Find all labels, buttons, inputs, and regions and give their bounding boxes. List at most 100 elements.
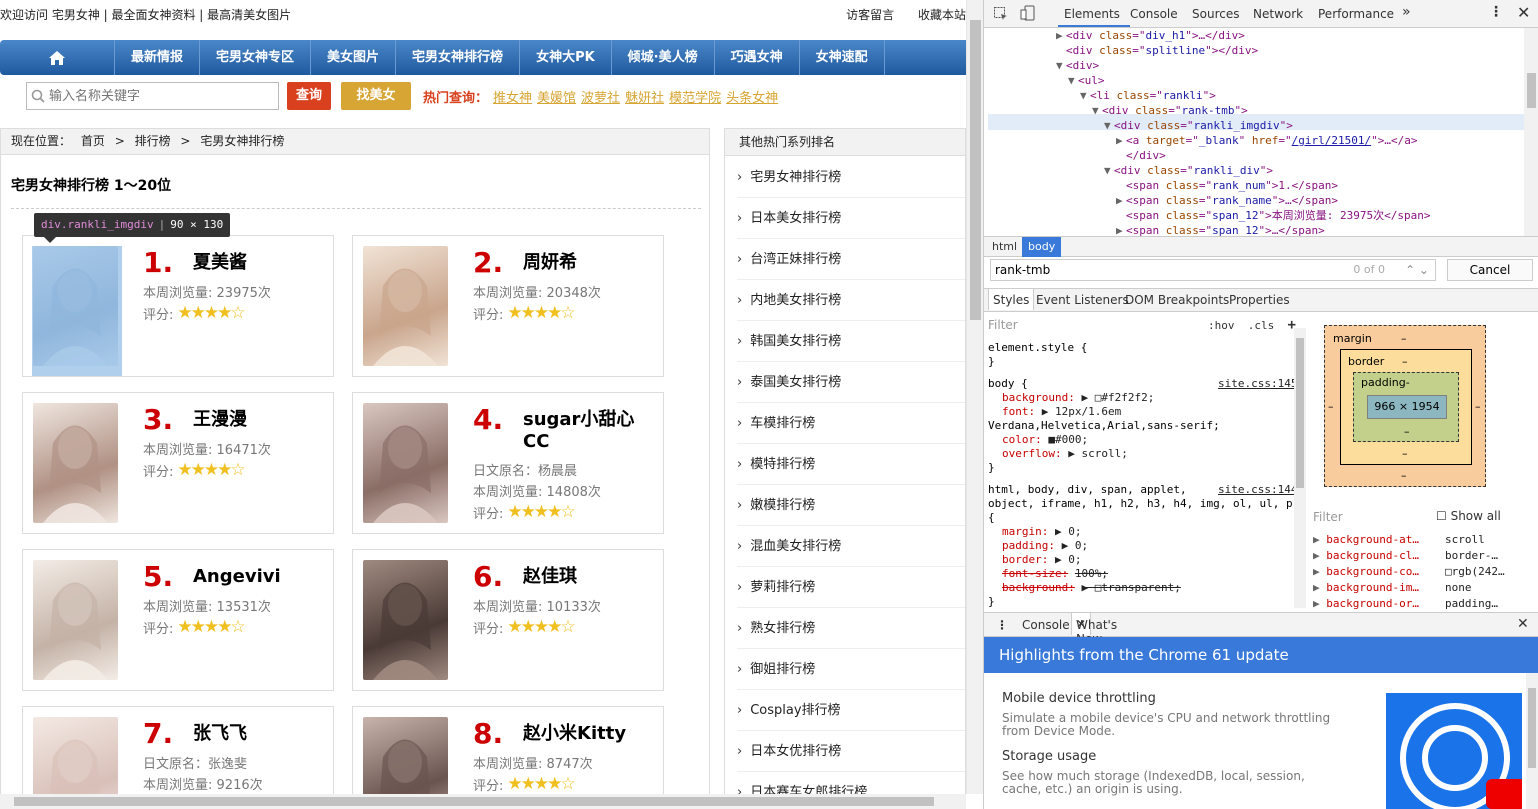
- model-name[interactable]: 赵小米Kitty: [523, 723, 653, 745]
- style-rule-line[interactable]: padding: ▶ 0;: [1002, 539, 1088, 553]
- style-rule-line[interactable]: overflow: ▶ scroll;: [1002, 447, 1128, 461]
- whats-new-item-title[interactable]: Storage usage: [1002, 749, 1096, 764]
- page-horizontal-scrollbar[interactable]: [0, 794, 966, 809]
- model-name[interactable]: Angevivi: [193, 566, 323, 588]
- play-icon[interactable]: [1486, 779, 1522, 809]
- sidebar-item[interactable]: › Cosplay排行榜: [737, 690, 965, 731]
- style-rule-line[interactable]: color: ■#000;: [1002, 433, 1088, 447]
- dom-node[interactable]: ▼ <div class="rankli_imgdiv">: [1104, 118, 1293, 133]
- model-name[interactable]: 周妍希: [523, 252, 653, 274]
- style-rule-line[interactable]: object, iframe, h1, h2, h3, h4, img, ol,…: [988, 497, 1293, 511]
- subtab-styles[interactable]: Styles: [988, 288, 1035, 310]
- model-name[interactable]: 夏美酱: [193, 252, 323, 274]
- style-rule-line[interactable]: element.style {: [988, 341, 1087, 355]
- whats-new-item-title[interactable]: Mobile device throttling: [1002, 691, 1156, 706]
- breadcrumb-current[interactable]: 宅男女神排行榜: [200, 134, 284, 148]
- show-all-checkbox[interactable]: ☐ Show all: [1436, 509, 1501, 523]
- sidebar-item[interactable]: › 嫩模排行榜: [737, 485, 965, 526]
- sidebar-item[interactable]: › 日本女优排行榜: [737, 731, 965, 772]
- model-name[interactable]: 赵佳琪: [523, 566, 653, 588]
- model-name[interactable]: sugar小甜心CC: [523, 409, 653, 453]
- dom-node[interactable]: ▼ <div class="rankli_div">: [1104, 163, 1273, 178]
- rank-card[interactable]: 4. sugar小甜心CC 日文原名：杨晨晨 本周浏览量: 14808次 评分: ★★★★…: [352, 392, 664, 534]
- model-photo[interactable]: [33, 403, 118, 523]
- style-rule-line[interactable]: html, body, div, span, applet, site.css:1…: [988, 483, 1304, 497]
- dom-node[interactable]: ▼ <div class="rank-tmb">: [1092, 103, 1248, 118]
- inspect-element-icon[interactable]: [993, 6, 1009, 22]
- hot-link[interactable]: 波萝社: [581, 87, 620, 106]
- model-photo[interactable]: [363, 403, 448, 523]
- style-rule-line[interactable]: background: ▶ □#f2f2f2;: [1002, 391, 1154, 405]
- tab-sources[interactable]: Sources: [1192, 7, 1239, 21]
- nav-item-match[interactable]: 女神速配: [800, 40, 885, 75]
- tab-network[interactable]: Network: [1253, 7, 1303, 21]
- dom-node[interactable]: ▶ <span class="rank_name">…</span>: [1116, 193, 1338, 208]
- hot-link[interactable]: 推女神: [493, 87, 532, 106]
- sidebar-item[interactable]: › 萝莉排行榜: [737, 567, 965, 608]
- whats-new-video-thumbnail[interactable]: [1386, 693, 1522, 809]
- search-nav-icon[interactable]: ⌃ ⌄: [1405, 260, 1429, 280]
- hov-toggle[interactable]: :hov .cls +: [1208, 318, 1296, 333]
- search-input[interactable]: [49, 88, 269, 104]
- drawer-tab-whats-new[interactable]: What's New ✕: [1071, 613, 1117, 646]
- drawer-tab-console[interactable]: Console: [1022, 618, 1070, 632]
- styles-scrollbar[interactable]: [1294, 328, 1306, 608]
- home-icon[interactable]: [0, 40, 115, 75]
- close-icon[interactable]: ✕: [1517, 3, 1530, 22]
- find-beauty-button[interactable]: 找美女: [341, 82, 411, 110]
- search-cancel-button[interactable]: Cancel: [1447, 259, 1533, 281]
- dom-node[interactable]: <span class="rank_num">1.</span>: [1116, 178, 1338, 193]
- crumb-body[interactable]: body: [1022, 237, 1062, 257]
- dom-node[interactable]: ▼ <li class="rankli">: [1080, 88, 1216, 103]
- sidebar-item[interactable]: › 内地美女排行榜: [737, 280, 965, 321]
- dom-node[interactable]: ▶ <a target="_blank" href="/girl/21501/">…: [1116, 133, 1417, 148]
- subtab-dom-breakpoints[interactable]: DOM Breakpoints: [1125, 293, 1229, 307]
- computed-property[interactable]: ▶ background-co… □rgb(242…: [1313, 565, 1505, 578]
- tab-performance[interactable]: Performance: [1318, 7, 1394, 21]
- computed-property[interactable]: ▶ background-or… padding…: [1313, 597, 1498, 610]
- style-rule-line[interactable]: border: ▶ 0;: [1002, 553, 1081, 567]
- nav-item-latest[interactable]: 最新情报: [115, 40, 201, 75]
- nav-item-beauty-list[interactable]: 倾城·美人榜: [612, 40, 715, 75]
- breadcrumb-home[interactable]: 首页: [81, 134, 105, 148]
- style-rule-line[interactable]: font: ▶ 12px/1.6em: [1002, 405, 1121, 419]
- sidebar-item[interactable]: › 韩国美女排行榜: [737, 321, 965, 362]
- dom-node[interactable]: </div>: [1116, 148, 1166, 163]
- bookmark-link[interactable]: 收藏本站: [918, 8, 966, 22]
- style-rule-line[interactable]: {: [988, 511, 995, 525]
- sidebar-item[interactable]: › 混血美女排行榜: [737, 526, 965, 567]
- sidebar-item[interactable]: › 熟女排行榜: [737, 608, 965, 649]
- drawer-close-icon[interactable]: ✕: [1517, 616, 1529, 632]
- model-photo[interactable]: [33, 560, 118, 680]
- dom-node[interactable]: ▶ <div class="div_h1">…</div>: [1056, 28, 1245, 43]
- page-vertical-scrollbar[interactable]: [966, 0, 983, 794]
- style-rule-line[interactable]: Verdana,Helvetica,Arial,sans-serif;: [988, 419, 1220, 433]
- guestbook-link[interactable]: 访客留言: [846, 8, 894, 22]
- nav-item-encounter[interactable]: 巧遇女神: [715, 40, 800, 75]
- style-rule-line[interactable]: margin: ▶ 0;: [1002, 525, 1081, 539]
- style-rule-line[interactable]: background: ▶ □transparent;: [1002, 581, 1181, 595]
- rank-card[interactable]: 2. 周妍希 本周浏览量: 20348次 评分: ★★★★☆: [352, 235, 664, 377]
- dom-node[interactable]: <span class="span_12">本周浏览量: 23975次</spa…: [1116, 208, 1430, 223]
- sidebar-item[interactable]: › 日本美女排行榜: [737, 198, 965, 239]
- sidebar-item[interactable]: › 泰国美女排行榜: [737, 362, 965, 403]
- hot-link[interactable]: 模范学院: [669, 87, 721, 106]
- sidebar-item[interactable]: › 台湾正妹排行榜: [737, 239, 965, 280]
- hot-link[interactable]: 魅妍社: [625, 87, 664, 106]
- sidebar-item[interactable]: › 御姐排行榜: [737, 649, 965, 690]
- more-tabs-icon[interactable]: »: [1402, 4, 1411, 20]
- nav-item-photos[interactable]: 美女图片: [311, 40, 397, 75]
- device-toolbar-icon[interactable]: [1020, 5, 1036, 22]
- dom-node[interactable]: ▶ <span class="span_12">…</span>: [1116, 223, 1325, 236]
- model-name[interactable]: 张飞飞: [193, 723, 323, 745]
- whats-new-scrollbar[interactable]: [1526, 673, 1538, 809]
- model-photo[interactable]: [363, 560, 448, 680]
- dom-node[interactable]: ▼ <ul>: [1068, 73, 1105, 88]
- style-rule-line[interactable]: font-size: 100%;: [1002, 567, 1108, 581]
- computed-property[interactable]: ▶ background-at… scroll: [1313, 533, 1485, 546]
- sidebar-item[interactable]: › 模特排行榜: [737, 444, 965, 485]
- rank-card[interactable]: 5. Angevivi 本周浏览量: 13531次 评分: ★★★★☆: [22, 549, 334, 691]
- computed-property[interactable]: ▶ background-im… none: [1313, 581, 1472, 594]
- rank-card[interactable]: 3. 王漫漫 本周浏览量: 16471次 评分: ★★★★☆: [22, 392, 334, 534]
- menu-icon[interactable]: ⋮: [1489, 4, 1503, 20]
